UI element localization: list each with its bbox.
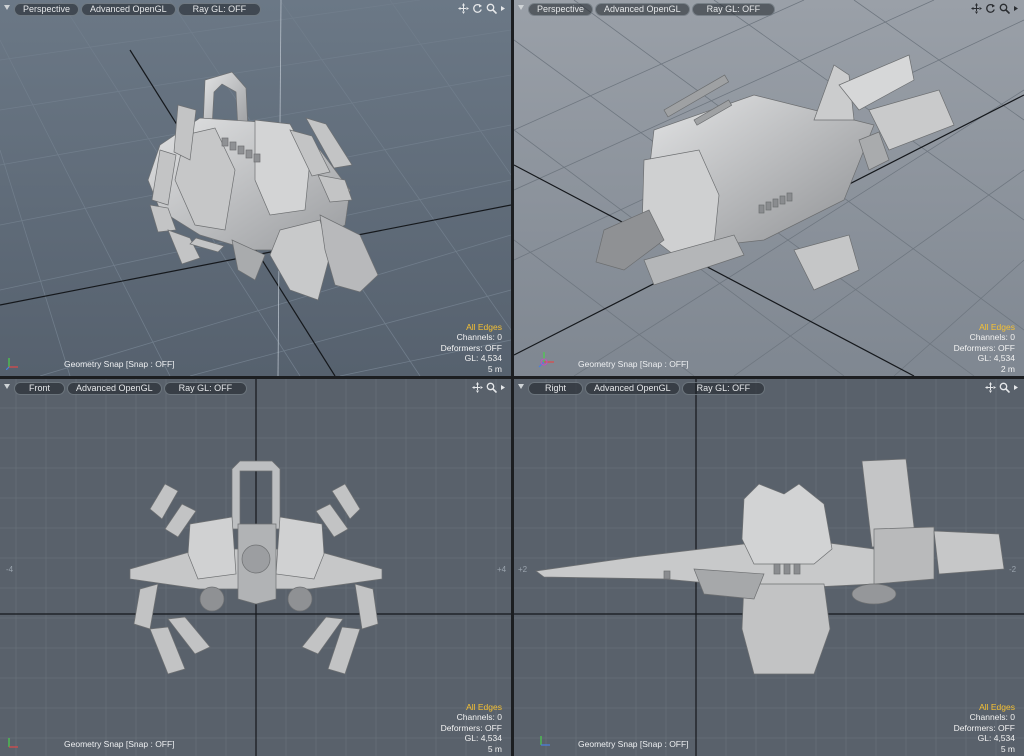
axis-gizmo-icon bbox=[538, 352, 554, 368]
viewport-scene bbox=[514, 0, 1024, 376]
view-type-button[interactable]: Perspective bbox=[14, 2, 80, 16]
viewport-perspective-top-right[interactable]: Perspective Advanced OpenGL Ray GL: OFF … bbox=[514, 0, 1024, 376]
viewport-perspective-top-left[interactable]: Perspective Advanced OpenGL Ray GL: OFF … bbox=[0, 0, 511, 376]
viewport-header: Front Advanced OpenGL Ray GL: OFF bbox=[0, 379, 511, 397]
deformers-label: Deformers: OFF bbox=[440, 342, 502, 353]
viewport-header: Perspective Advanced OpenGL Ray GL: OFF bbox=[514, 0, 1024, 18]
channels-label: Channels: 0 bbox=[969, 712, 1015, 722]
move-icon[interactable] bbox=[472, 382, 483, 393]
grid-scale-label: 5 m bbox=[487, 743, 502, 754]
move-icon[interactable] bbox=[971, 3, 982, 14]
axis-gizmo-icon bbox=[8, 738, 18, 748]
raygl-toggle-button[interactable]: Ray GL: OFF bbox=[177, 2, 262, 16]
gl-count-label: GL: 4,534 bbox=[464, 353, 502, 363]
zoom-icon[interactable] bbox=[486, 382, 497, 393]
move-icon[interactable] bbox=[985, 382, 996, 393]
viewport-front[interactable]: -4 +4 Front Advanced OpenGL Ray GL: OFF … bbox=[0, 379, 511, 756]
shading-mode-button[interactable]: Advanced OpenGL bbox=[595, 2, 690, 16]
deformers-label: Deformers: OFF bbox=[953, 722, 1015, 733]
shading-mode-button[interactable]: Advanced OpenGL bbox=[585, 381, 680, 395]
zoom-icon[interactable] bbox=[486, 3, 497, 14]
svg-text:-4: -4 bbox=[6, 565, 14, 574]
view-type-button[interactable]: Perspective bbox=[528, 2, 594, 16]
svg-text:+4: +4 bbox=[497, 565, 507, 574]
viewport-info: All Edges Channels: 0 Deformers: OFF GL:… bbox=[441, 702, 502, 755]
menu-arrow-icon[interactable] bbox=[500, 382, 507, 393]
rotate-icon[interactable] bbox=[472, 3, 483, 14]
menu-arrow-icon[interactable] bbox=[1013, 3, 1020, 14]
shading-mode-button[interactable]: Advanced OpenGL bbox=[67, 381, 162, 395]
view-type-button[interactable]: Right bbox=[528, 381, 584, 395]
viewport-header: Right Advanced OpenGL Ray GL: OFF bbox=[514, 379, 1024, 397]
svg-text:-2: -2 bbox=[1009, 565, 1017, 574]
grid-scale-label: 5 m bbox=[1000, 743, 1015, 754]
viewport-info: All Edges Channels: 0 Deformers: OFF GL:… bbox=[441, 322, 502, 375]
menu-arrow-icon[interactable] bbox=[1013, 382, 1020, 393]
edge-mode-label: All Edges bbox=[979, 321, 1015, 332]
viewport-right[interactable]: +2 -2 Right Advanced OpenGL Ray GL: OFF … bbox=[514, 379, 1024, 756]
viewport-tools bbox=[458, 3, 507, 14]
shading-mode-button[interactable]: Advanced OpenGL bbox=[81, 2, 176, 16]
axis-gizmo-icon bbox=[540, 736, 550, 746]
edge-mode-label: All Edges bbox=[466, 321, 502, 332]
channels-label: Channels: 0 bbox=[456, 712, 502, 722]
deformers-label: Deformers: OFF bbox=[953, 342, 1015, 353]
edge-mode-label: All Edges bbox=[466, 701, 502, 712]
geometry-snap-status[interactable]: Geometry Snap [Snap : OFF] bbox=[64, 359, 175, 369]
axis-gizmo-icon bbox=[6, 358, 18, 370]
channels-label: Channels: 0 bbox=[456, 332, 502, 342]
geometry-snap-status[interactable]: Geometry Snap [Snap : OFF] bbox=[578, 739, 689, 749]
raygl-toggle-button[interactable]: Ray GL: OFF bbox=[163, 381, 248, 395]
zoom-icon[interactable] bbox=[999, 3, 1010, 14]
viewport-tools bbox=[985, 382, 1020, 393]
viewport-info: All Edges Channels: 0 Deformers: OFF GL:… bbox=[954, 322, 1015, 375]
viewport-header: Perspective Advanced OpenGL Ray GL: OFF bbox=[0, 0, 511, 18]
svg-text:+2: +2 bbox=[518, 565, 528, 574]
grid-scale-label: 2 m bbox=[1000, 363, 1015, 374]
viewport-scene bbox=[0, 0, 511, 376]
rotate-icon[interactable] bbox=[985, 3, 996, 14]
geometry-snap-status[interactable]: Geometry Snap [Snap : OFF] bbox=[64, 739, 175, 749]
geometry-snap-status[interactable]: Geometry Snap [Snap : OFF] bbox=[578, 359, 689, 369]
raygl-toggle-button[interactable]: Ray GL: OFF bbox=[681, 381, 766, 395]
gl-count-label: GL: 4,534 bbox=[977, 353, 1015, 363]
view-type-button[interactable]: Front bbox=[14, 381, 66, 395]
viewport-scene: +2 -2 bbox=[514, 379, 1024, 756]
gl-count-label: GL: 4,534 bbox=[464, 733, 502, 743]
menu-arrow-icon[interactable] bbox=[500, 3, 507, 14]
move-icon[interactable] bbox=[458, 3, 469, 14]
channels-label: Channels: 0 bbox=[969, 332, 1015, 342]
deformers-label: Deformers: OFF bbox=[440, 722, 502, 733]
grid-scale-label: 5 m bbox=[487, 363, 502, 374]
viewport-scene: -4 +4 bbox=[0, 379, 511, 756]
viewport-tools bbox=[971, 3, 1020, 14]
gl-count-label: GL: 4,534 bbox=[977, 733, 1015, 743]
raygl-toggle-button[interactable]: Ray GL: OFF bbox=[691, 2, 776, 16]
zoom-icon[interactable] bbox=[999, 382, 1010, 393]
viewport-info: All Edges Channels: 0 Deformers: OFF GL:… bbox=[954, 702, 1015, 755]
viewport-tools bbox=[472, 382, 507, 393]
edge-mode-label: All Edges bbox=[979, 701, 1015, 712]
